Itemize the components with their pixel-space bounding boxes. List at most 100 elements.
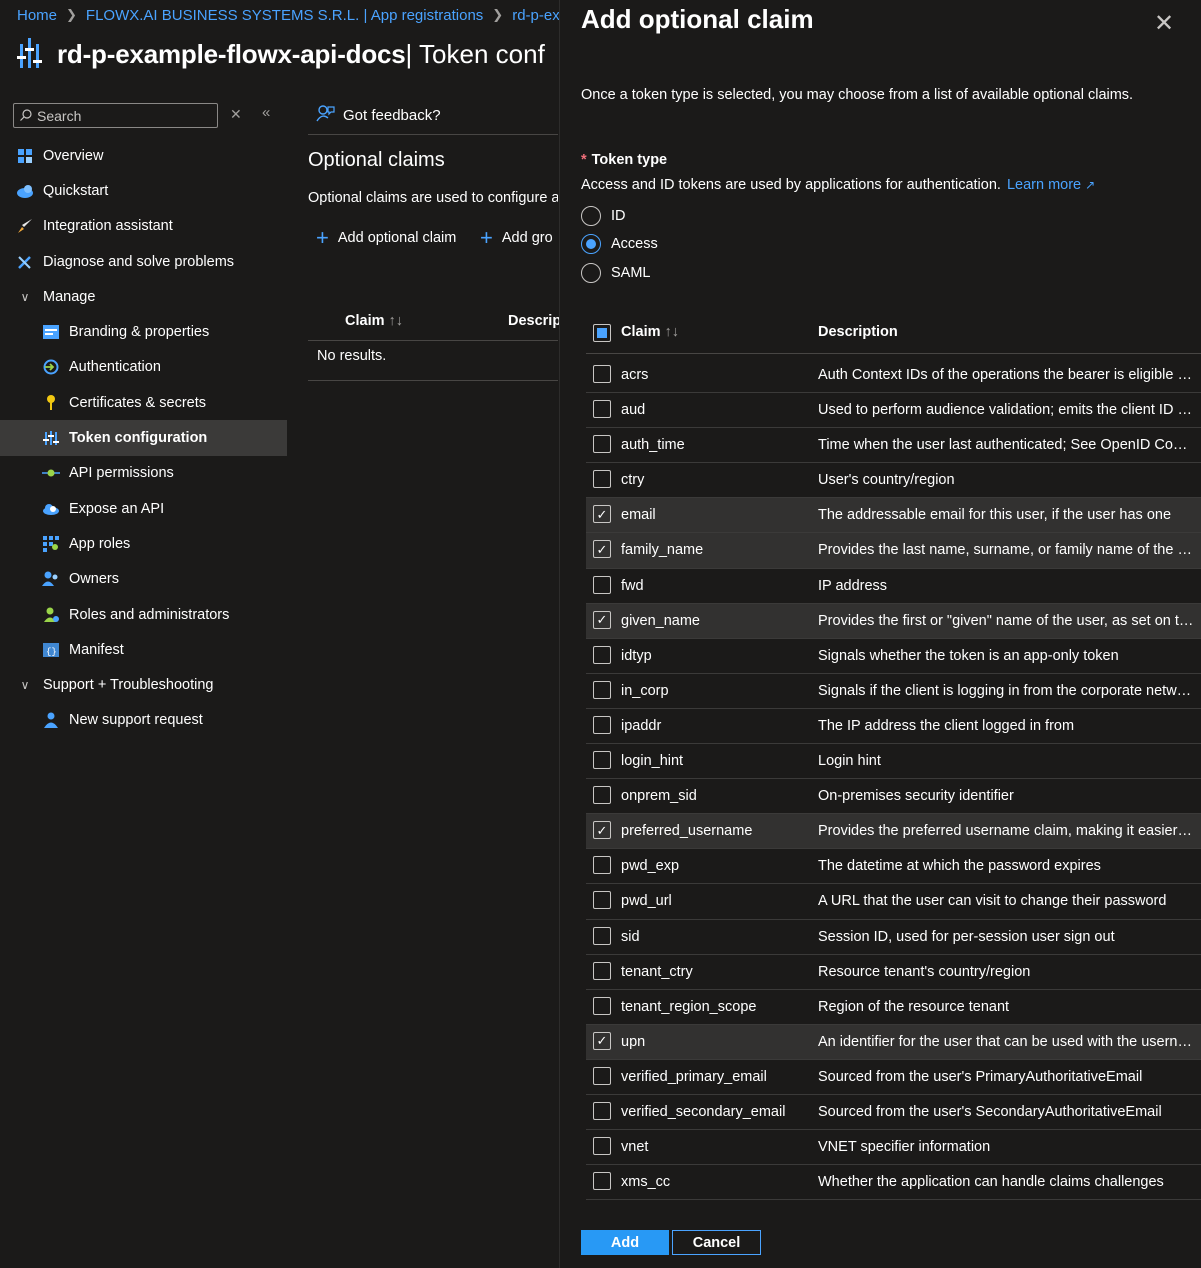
table-row[interactable]: pwd_url A URL that the user can visit to …	[586, 884, 1201, 920]
table-row[interactable]: sid Session ID, used for per-session user…	[586, 920, 1201, 955]
checkbox-empty[interactable]	[593, 575, 611, 594]
sidebar-item-branding[interactable]: Branding & properties	[0, 314, 287, 349]
table-row[interactable]: onprem_sid On-premises security identifie…	[586, 779, 1201, 815]
table-row[interactable]: verified_secondary_email Sourced from the…	[586, 1095, 1201, 1131]
clear-icon[interactable]: ✕	[230, 106, 242, 123]
column-claim[interactable]: Claim ↑↓	[621, 324, 679, 340]
sidebar-item-expose-api[interactable]: Expose an API	[0, 491, 287, 526]
radio-button[interactable]	[581, 206, 601, 226]
table-row[interactable]: ✓ email The addressable email for this use…	[586, 498, 1201, 534]
sidebar-item-token-configuration[interactable]: Token configuration	[0, 420, 287, 456]
checkmark-icon[interactable]: ✓	[593, 505, 611, 524]
checkmark-icon[interactable]: ✓	[593, 610, 611, 629]
sidebar-item-quickstart[interactable]: Quickstart	[0, 173, 287, 208]
table-row[interactable]: in_corp Signals if the client is logging …	[586, 674, 1201, 709]
claim-checkbox[interactable]	[593, 645, 611, 667]
claim-checkbox[interactable]	[593, 786, 611, 807]
checkbox-empty[interactable]	[593, 786, 611, 805]
table-row[interactable]: fwd IP address	[586, 569, 1201, 604]
claim-checkbox[interactable]	[593, 1101, 611, 1123]
cancel-button[interactable]: Cancel	[672, 1230, 761, 1255]
claim-checkbox[interactable]	[593, 996, 611, 1018]
claim-checkbox[interactable]	[593, 470, 611, 491]
checkbox-empty[interactable]	[593, 365, 611, 383]
checkbox-empty[interactable]	[593, 926, 611, 945]
checkbox-empty[interactable]	[593, 996, 611, 1015]
checkbox-empty[interactable]	[593, 891, 611, 910]
claim-checkbox[interactable]	[593, 575, 611, 597]
radio-saml[interactable]: SAML	[581, 263, 651, 283]
sidebar-item-manifest[interactable]: {} Manifest	[0, 632, 287, 667]
sidebar-item-roles-admins[interactable]: Roles and administrators	[0, 597, 287, 632]
sidebar-item-authentication[interactable]: Authentication	[0, 350, 287, 385]
table-row[interactable]: ✓ given_name Provides the first or "given"…	[586, 603, 1201, 639]
claim-checkbox[interactable]	[593, 891, 611, 912]
checkbox-empty[interactable]	[593, 961, 611, 980]
table-row[interactable]: idtyp Signals whether the token is an app…	[586, 639, 1201, 674]
table-row[interactable]: verified_primary_email Sourced from the u…	[586, 1060, 1201, 1095]
radio-button[interactable]	[581, 263, 601, 283]
close-icon[interactable]: ✕	[1154, 9, 1174, 38]
sidebar-item-new-support-request[interactable]: New support request	[0, 703, 287, 738]
checkbox-empty[interactable]	[593, 400, 611, 419]
checkbox-empty[interactable]	[593, 1137, 611, 1156]
claim-checkbox[interactable]	[593, 1066, 611, 1088]
table-row[interactable]: auth_time Time when the user last authent…	[586, 428, 1201, 464]
table-row[interactable]: ipaddr The IP address the client logged i…	[586, 709, 1201, 745]
checkbox-empty[interactable]	[593, 470, 611, 489]
add-optional-claim-button[interactable]: + Add optional claim	[316, 227, 456, 249]
claim-checkbox[interactable]	[593, 751, 611, 772]
claim-checkbox[interactable]	[593, 856, 611, 877]
feedback-button[interactable]: Got feedback?	[316, 104, 441, 126]
claim-checkbox[interactable]	[593, 926, 611, 948]
sidebar-item-certificates[interactable]: Certificates & secrets	[0, 385, 287, 420]
search-input[interactable]	[37, 107, 197, 124]
checkbox-empty[interactable]	[593, 1066, 611, 1085]
claim-checkbox[interactable]	[593, 400, 611, 421]
sidebar-item-diagnose[interactable]: Diagnose and solve problems	[0, 244, 287, 279]
collapse-sidebar-icon[interactable]: «	[262, 104, 270, 121]
checkbox-empty[interactable]	[593, 435, 611, 454]
sidebar-item-api-permissions[interactable]: API permissions	[0, 456, 287, 491]
sidebar-item-owners[interactable]: Owners	[0, 562, 287, 597]
checkbox-empty[interactable]	[593, 680, 611, 699]
claim-checkbox[interactable]	[593, 365, 611, 386]
checkbox-empty[interactable]	[593, 1172, 611, 1191]
table-row[interactable]: pwd_exp The datetime at which the passwor…	[586, 849, 1201, 885]
sidebar-group-manage[interactable]: ∨ Manage	[0, 279, 287, 314]
checkbox-empty[interactable]	[593, 751, 611, 770]
breadcrumb-home[interactable]: Home	[17, 7, 57, 24]
claim-checkbox[interactable]	[593, 680, 611, 702]
claim-checkbox[interactable]: ✓	[593, 821, 611, 840]
claim-checkbox[interactable]	[593, 1172, 611, 1193]
select-all-checkbox[interactable]	[593, 324, 611, 342]
radio-button-selected[interactable]	[581, 234, 601, 254]
claim-checkbox[interactable]: ✓	[593, 505, 611, 524]
table-row[interactable]: tenant_region_scope Region of the resourc…	[586, 990, 1201, 1025]
table-row[interactable]: vnet VNET specifier information	[586, 1130, 1201, 1166]
claim-checkbox[interactable]	[593, 1137, 611, 1158]
table-row[interactable]: tenant_ctry Resource tenant's country/reg…	[586, 955, 1201, 990]
table-row[interactable]: ✓ family_name Provides the last name, surn…	[586, 533, 1201, 569]
radio-id[interactable]: ID	[581, 206, 626, 226]
radio-access[interactable]: Access	[581, 234, 658, 254]
claim-checkbox[interactable]: ✓	[593, 610, 611, 629]
sidebar-group-support[interactable]: ∨ Support + Troubleshooting	[0, 667, 287, 702]
table-row[interactable]: aud Used to perform audience validation; …	[586, 393, 1201, 429]
sidebar-search[interactable]	[13, 103, 218, 128]
claim-checkbox[interactable]: ✓	[593, 540, 611, 559]
add-groups-claim-button[interactable]: + Add gro	[480, 229, 558, 247]
table-row[interactable]: ✓ upn An identifier for the user that can …	[586, 1024, 1201, 1060]
claim-checkbox[interactable]: ✓	[593, 1031, 611, 1050]
table-row[interactable]: xms_cc Whether the application can handle…	[586, 1165, 1201, 1201]
learn-more-link[interactable]: Learn more ↗	[1007, 177, 1095, 193]
sidebar-item-overview[interactable]: Overview	[0, 138, 287, 173]
claim-checkbox[interactable]	[593, 715, 611, 737]
sidebar-item-integration-assistant[interactable]: Integration assistant	[0, 209, 287, 244]
column-claim[interactable]: Claim ↑↓	[345, 313, 403, 329]
checkmark-icon[interactable]: ✓	[593, 540, 611, 559]
sidebar-item-app-roles[interactable]: App roles	[0, 526, 287, 561]
table-row[interactable]: acrs Auth Context IDs of the operations t…	[586, 358, 1201, 394]
checkbox-empty[interactable]	[593, 715, 611, 734]
checkmark-icon[interactable]: ✓	[593, 821, 611, 840]
